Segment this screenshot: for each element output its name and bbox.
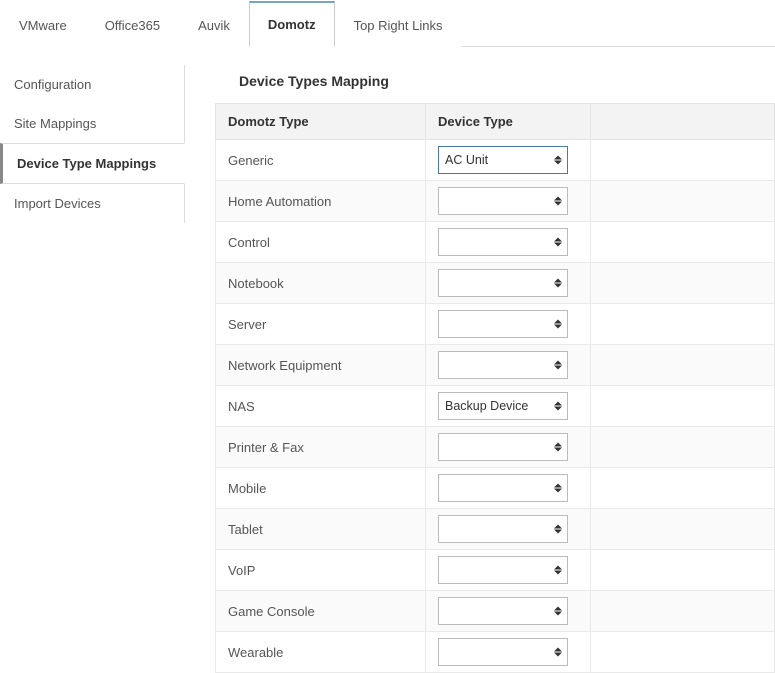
extra-cell (591, 386, 775, 427)
main-panel: Device Types Mapping Domotz Type Device … (185, 57, 775, 673)
header-domotz-type: Domotz Type (216, 104, 426, 140)
device-type-select[interactable] (438, 556, 568, 584)
table-row: Generic AC Unit (216, 140, 775, 181)
header-extra (591, 104, 775, 140)
device-type-select-wrap (438, 474, 568, 502)
domotz-type-cell: Printer & Fax (216, 427, 426, 468)
device-type-select-wrap (438, 597, 568, 625)
domotz-type-cell: Mobile (216, 468, 426, 509)
domotz-type-cell: NAS (216, 386, 426, 427)
device-type-cell (426, 181, 591, 222)
table-row: Network Equipment (216, 345, 775, 386)
sidebar: ConfigurationSite MappingsDevice Type Ma… (0, 57, 185, 673)
domotz-type-cell: Network Equipment (216, 345, 426, 386)
table-row: Wearable (216, 632, 775, 673)
device-type-select[interactable] (438, 515, 568, 543)
device-type-cell (426, 345, 591, 386)
table-row: Control (216, 222, 775, 263)
device-type-cell (426, 591, 591, 632)
device-type-select[interactable] (438, 310, 568, 338)
extra-cell (591, 140, 775, 181)
device-type-cell (426, 632, 591, 673)
device-type-select[interactable] (438, 228, 568, 256)
domotz-type-cell: Home Automation (216, 181, 426, 222)
extra-cell (591, 591, 775, 632)
top-tab-bar: VMwareOffice365AuvikDomotzTop Right Link… (0, 0, 775, 47)
top-tab-domotz[interactable]: Domotz (249, 1, 335, 47)
device-type-select-wrap: AC Unit (438, 146, 568, 174)
domotz-type-cell: Tablet (216, 509, 426, 550)
table-row: Game Console (216, 591, 775, 632)
table-row: Printer & Fax (216, 427, 775, 468)
sidebar-item-device-type-mappings[interactable]: Device Type Mappings (0, 143, 185, 184)
domotz-type-cell: Generic (216, 140, 426, 181)
table-row: Tablet (216, 509, 775, 550)
device-type-select[interactable] (438, 269, 568, 297)
device-type-select-wrap (438, 556, 568, 584)
device-type-cell (426, 222, 591, 263)
extra-cell (591, 222, 775, 263)
device-type-select[interactable] (438, 597, 568, 625)
device-type-cell: AC Unit (426, 140, 591, 181)
top-tab-auvik[interactable]: Auvik (179, 3, 249, 47)
device-type-select-wrap (438, 310, 568, 338)
device-type-select-wrap (438, 187, 568, 215)
section-title: Device Types Mapping (215, 65, 775, 103)
table-row: Notebook (216, 263, 775, 304)
device-type-cell (426, 509, 591, 550)
domotz-type-cell: Server (216, 304, 426, 345)
domotz-type-cell: Game Console (216, 591, 426, 632)
device-type-select-wrap (438, 515, 568, 543)
domotz-type-cell: VoIP (216, 550, 426, 591)
extra-cell (591, 181, 775, 222)
table-row: Server (216, 304, 775, 345)
sidebar-item-import-devices[interactable]: Import Devices (0, 184, 185, 223)
device-type-cell: Backup Device (426, 386, 591, 427)
device-type-select[interactable] (438, 433, 568, 461)
device-type-select-wrap (438, 351, 568, 379)
device-type-cell (426, 468, 591, 509)
domotz-type-cell: Control (216, 222, 426, 263)
device-type-select-wrap: Backup Device (438, 392, 568, 420)
extra-cell (591, 468, 775, 509)
table-row: Home Automation (216, 181, 775, 222)
device-type-select[interactable]: AC Unit (438, 146, 568, 174)
header-device-type: Device Type (426, 104, 591, 140)
device-type-select[interactable]: Backup Device (438, 392, 568, 420)
domotz-type-cell: Notebook (216, 263, 426, 304)
table-row: Mobile (216, 468, 775, 509)
top-tab-office365[interactable]: Office365 (86, 3, 179, 47)
table-row: VoIP (216, 550, 775, 591)
top-tab-top-right-links[interactable]: Top Right Links (335, 3, 462, 47)
extra-cell (591, 427, 775, 468)
device-type-cell (426, 263, 591, 304)
table-row: NAS Backup Device (216, 386, 775, 427)
device-type-select[interactable] (438, 638, 568, 666)
sidebar-item-configuration[interactable]: Configuration (0, 65, 185, 104)
device-types-table: Domotz Type Device Type Generic AC Unit Ho… (215, 103, 775, 673)
device-type-cell (426, 427, 591, 468)
extra-cell (591, 263, 775, 304)
domotz-type-cell: Wearable (216, 632, 426, 673)
device-type-cell (426, 550, 591, 591)
device-type-select-wrap (438, 228, 568, 256)
sidebar-item-site-mappings[interactable]: Site Mappings (0, 104, 185, 143)
device-type-select[interactable] (438, 351, 568, 379)
extra-cell (591, 509, 775, 550)
extra-cell (591, 304, 775, 345)
content-area: ConfigurationSite MappingsDevice Type Ma… (0, 47, 775, 673)
device-type-select-wrap (438, 433, 568, 461)
device-type-select-wrap (438, 638, 568, 666)
device-type-select[interactable] (438, 474, 568, 502)
device-type-select[interactable] (438, 187, 568, 215)
extra-cell (591, 345, 775, 386)
extra-cell (591, 550, 775, 591)
device-type-select-wrap (438, 269, 568, 297)
top-tab-vmware[interactable]: VMware (0, 3, 86, 47)
extra-cell (591, 632, 775, 673)
device-type-cell (426, 304, 591, 345)
